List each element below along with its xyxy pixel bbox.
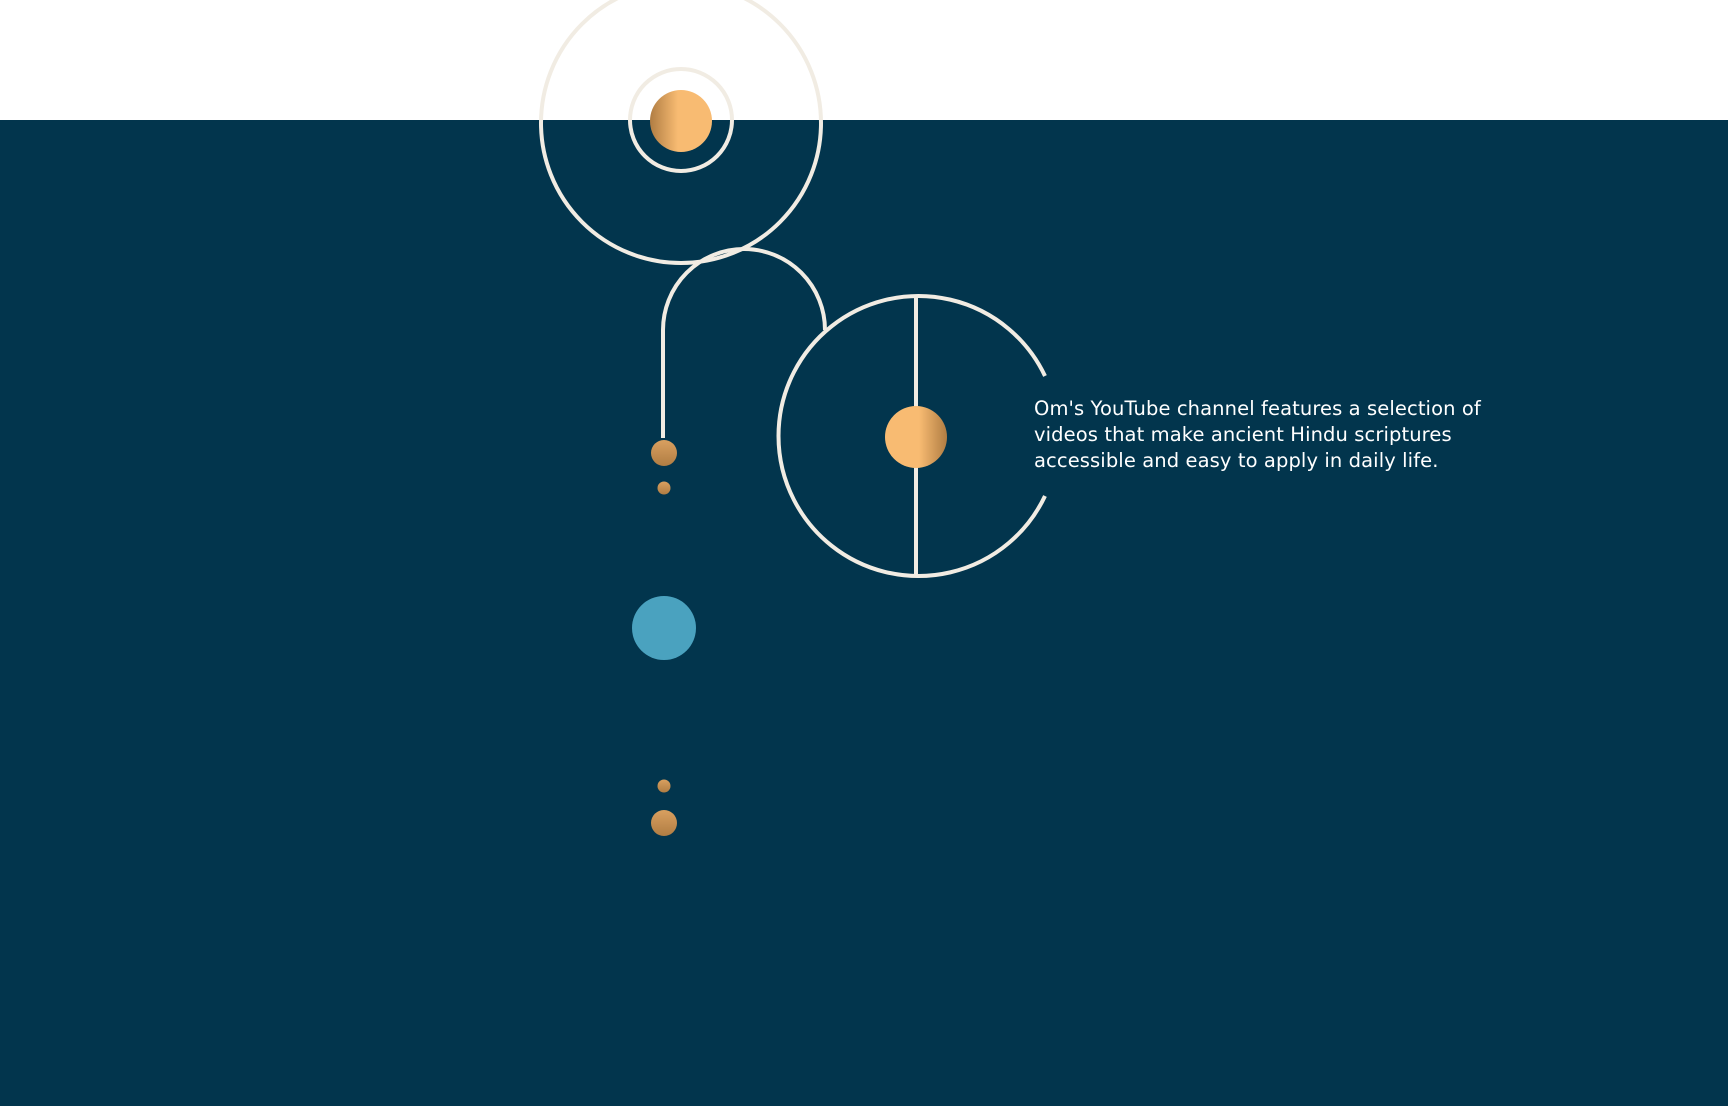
- bead-chain: [632, 440, 696, 836]
- top-sun-dot: [650, 90, 712, 152]
- bead-large-upper: [651, 440, 677, 466]
- bead-large-lower: [651, 810, 677, 836]
- right-orbit-group: [776, 294, 1047, 578]
- top-orbit-group: [539, 0, 823, 265]
- bead-small-upper: [657, 481, 671, 495]
- orbital-line-art-icon: [539, 0, 1047, 836]
- teal-planet-dot: [632, 596, 696, 660]
- channel-description: Om's YouTube channel features a selectio…: [1034, 397, 1481, 472]
- bead-small-lower: [657, 779, 671, 793]
- page: Om's YouTube channel features a selectio…: [0, 0, 1728, 1106]
- center-sun-dot: [885, 406, 947, 468]
- arch-connector: [661, 247, 827, 438]
